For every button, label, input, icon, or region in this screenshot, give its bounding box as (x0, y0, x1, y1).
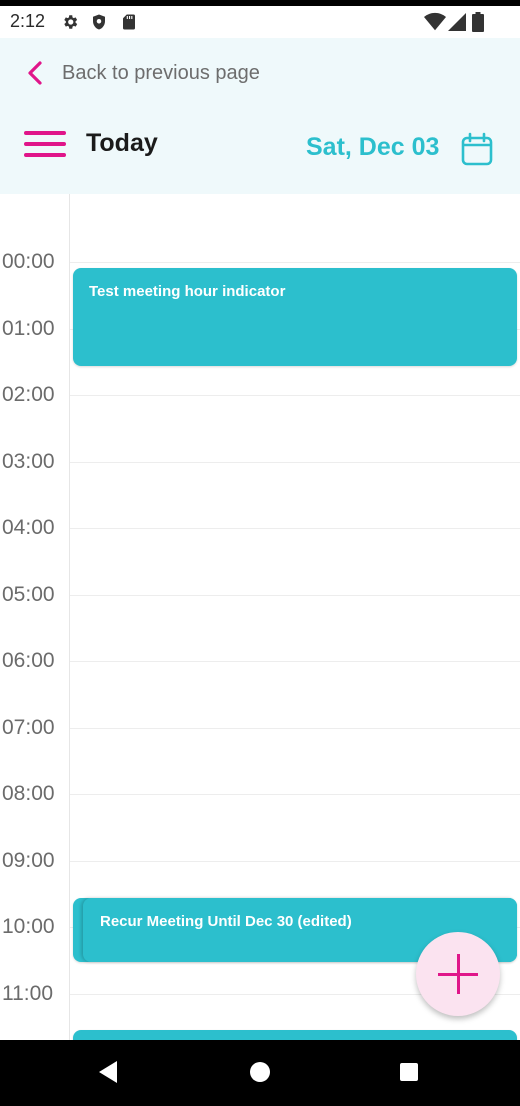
hour-line (70, 262, 520, 263)
hour-label: 04:00 (2, 516, 55, 539)
chevron-left-icon (28, 61, 42, 85)
event-card[interactable] (73, 1030, 517, 1040)
hour-label: 05:00 (2, 583, 55, 606)
hour-label: 07:00 (2, 716, 55, 739)
wifi-icon (424, 12, 446, 31)
hour-line (70, 395, 520, 396)
hour-label: 09:00 (2, 849, 55, 872)
shield-icon (93, 14, 105, 30)
calendar-icon[interactable] (460, 132, 494, 166)
sd-card-icon (123, 14, 135, 30)
page-title: Today (86, 129, 158, 157)
signal-icon (448, 13, 466, 31)
back-triangle-icon[interactable] (98, 1060, 118, 1084)
hour-line (70, 728, 520, 729)
app-header: Back to previous page Today Sat, Dec 03 (0, 38, 520, 194)
time-column-divider (69, 194, 70, 1040)
event-card[interactable]: Test meeting hour indicator (73, 268, 517, 366)
system-nav-bar (0, 1040, 520, 1106)
selected-date[interactable]: Sat, Dec 03 (306, 133, 439, 162)
hour-label: 08:00 (2, 782, 55, 805)
hour-label: 02:00 (2, 383, 55, 406)
hour-line (70, 661, 520, 662)
hour-label: 01:00 (2, 317, 55, 340)
hour-label: 06:00 (2, 649, 55, 672)
hour-line (70, 462, 520, 463)
hour-line (70, 528, 520, 529)
add-event-button[interactable] (416, 932, 500, 1016)
hour-line (70, 595, 520, 596)
gear-icon (64, 15, 78, 29)
hour-label: 10:00 (2, 915, 55, 938)
event-title: Test meeting hour indicator (89, 283, 286, 300)
hamburger-menu-icon[interactable] (24, 131, 66, 159)
battery-icon (472, 12, 484, 32)
recents-square-icon[interactable] (399, 1060, 419, 1084)
day-view[interactable]: 00:00 01:00 02:00 03:00 04:00 05:00 06:0… (0, 194, 520, 1040)
hour-line (70, 861, 520, 862)
hour-label: 11:00 (2, 982, 53, 1005)
back-label: Back to previous page (62, 61, 260, 84)
hour-label: 03:00 (2, 450, 55, 473)
status-time: 2:12 (10, 11, 46, 31)
status-bar: 2:12 (0, 6, 520, 38)
hour-label: 00:00 (2, 250, 55, 273)
back-button[interactable]: Back to previous page (24, 58, 260, 88)
hour-line (70, 794, 520, 795)
event-title: Recur Meeting Until Dec 30 (edited) (100, 913, 352, 930)
home-circle-icon[interactable] (250, 1060, 270, 1084)
